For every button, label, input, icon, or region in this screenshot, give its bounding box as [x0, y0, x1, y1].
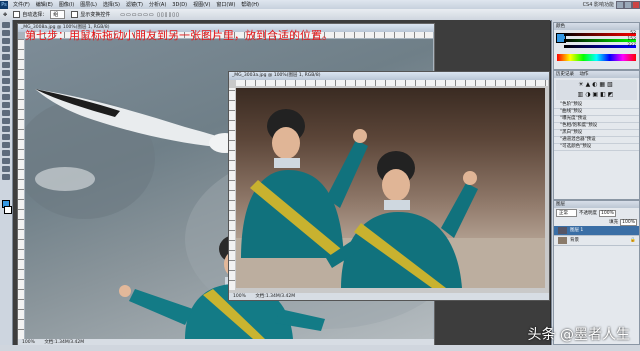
3d-tool-icon[interactable]: [2, 158, 10, 164]
blue-slider[interactable]: [564, 45, 636, 48]
layer-name[interactable]: 图层 1: [570, 228, 583, 233]
dodge-tool-icon[interactable]: [2, 118, 10, 124]
document-size: 文档:1.34M/3.42M: [255, 294, 296, 299]
menu-select[interactable]: 选择(S): [100, 1, 123, 8]
opacity-input[interactable]: 100%: [599, 209, 616, 217]
color-panel: 颜色 52 152 227: [553, 22, 640, 70]
shape-tool-icon[interactable]: [2, 150, 10, 156]
menu-edit[interactable]: 编辑(E): [33, 1, 56, 8]
menu-analysis[interactable]: 分析(A): [146, 1, 169, 8]
path-select-tool-icon[interactable]: [2, 142, 10, 148]
blue-value[interactable]: 227: [627, 43, 636, 48]
toolbox: [0, 20, 13, 345]
healing-tool-icon[interactable]: [2, 70, 10, 76]
list-item[interactable]: "色相/饱和度"预设: [554, 123, 639, 130]
green-value[interactable]: 152: [627, 37, 636, 42]
horizontal-ruler: [236, 80, 548, 86]
menu-window[interactable]: 窗口(W): [213, 1, 238, 8]
tab-history[interactable]: 历史记录: [556, 72, 574, 77]
close-icon[interactable]: [632, 1, 640, 9]
photoshop-logo-icon: Ps: [0, 0, 8, 9]
list-item[interactable]: "通道混合器"预设: [554, 137, 639, 144]
document-window-2[interactable]: _MG_3003a.jpg @ 100%(图层 1, RGB/8) 100% 文…: [228, 71, 550, 301]
magic-wand-tool-icon[interactable]: [2, 46, 10, 52]
clone-tool-icon[interactable]: [2, 86, 10, 92]
zoom-level[interactable]: 100%: [233, 294, 246, 299]
fill-label: 填充: [609, 220, 619, 225]
watermark-text: 头条 @墨者人生: [527, 327, 630, 343]
crop-tool-icon[interactable]: [2, 54, 10, 60]
tab-actions[interactable]: 动作: [579, 72, 588, 77]
pen-tool-icon[interactable]: [2, 126, 10, 132]
green-slider[interactable]: [564, 39, 636, 42]
menu-3d[interactable]: 3D(D): [169, 2, 190, 8]
document-2-statusbar: 100% 文档:1.34M/3.42M: [229, 293, 549, 300]
maximize-icon[interactable]: [624, 1, 632, 9]
adjustments-panel: 历史记录 动作 ☀▲◐▦▧ ▥◑▣◧◩ "色阶"预设 "曲线"预设 "曝光度"预设…: [553, 70, 640, 200]
panel-dock: 颜色 52 152 227 历史记录 动作 ☀▲◐▦▧ ▥◑▣◧◩ "色阶"预设 …: [551, 20, 640, 345]
show-transform-checkbox[interactable]: [71, 11, 79, 18]
move-tool-icon[interactable]: [2, 22, 10, 28]
minimize-icon[interactable]: [616, 1, 624, 9]
layers-fill-row: 填充 100%: [554, 218, 639, 226]
zoom-tool-icon[interactable]: [2, 174, 10, 180]
gradient-tool-icon[interactable]: [2, 110, 10, 116]
adjustment-icons[interactable]: ☀▲◐▦▧ ▥◑▣◧◩: [556, 80, 637, 100]
align-icons[interactable]: ▭▭▭▭▭▭ ▯▯▯▯▯▯: [120, 12, 179, 18]
red-slider[interactable]: [564, 33, 636, 36]
layer-thumbnail: [558, 237, 567, 244]
list-item[interactable]: "黑白"预设: [554, 130, 639, 137]
menu-layer[interactable]: 图层(L): [77, 1, 100, 8]
opacity-label: 不透明度: [579, 211, 597, 216]
layer-name[interactable]: 背景: [570, 238, 579, 243]
move-tool-icon[interactable]: ✥: [3, 12, 7, 18]
eraser-tool-icon[interactable]: [2, 102, 10, 108]
eyedropper-tool-icon[interactable]: [2, 62, 10, 68]
vertical-ruler: [229, 88, 235, 290]
color-ramp[interactable]: [557, 54, 636, 61]
color-panel-tab[interactable]: 颜色: [554, 23, 639, 30]
background-color-swatch[interactable]: [4, 206, 12, 214]
layers-panel-tab[interactable]: 图层: [554, 201, 639, 208]
menu-file[interactable]: 文件(F): [10, 1, 33, 8]
menu-image[interactable]: 图像(I): [56, 1, 77, 8]
layer-row-selected[interactable]: 图层 1: [554, 226, 639, 236]
list-item[interactable]: "曝光度"预设: [554, 116, 639, 123]
show-transform-label: 显示变换控件: [80, 12, 111, 18]
layer-row[interactable]: 背景 🔒: [554, 236, 639, 246]
vertical-ruler: [18, 39, 24, 339]
menu-view[interactable]: 视图(V): [190, 1, 213, 8]
blend-mode-select[interactable]: 正常: [556, 209, 577, 217]
list-item[interactable]: "可选颜色"预设: [554, 144, 639, 151]
brush-tool-icon[interactable]: [2, 78, 10, 84]
hand-tool-icon[interactable]: [2, 166, 10, 172]
menu-help[interactable]: 帮助(H): [238, 1, 262, 8]
layers-blend-row: 正常 不透明度 100%: [554, 208, 639, 218]
canvas-photo-children[interactable]: [236, 88, 545, 288]
adjustments-panel-tabs: 历史记录 动作: [554, 71, 639, 78]
list-item[interactable]: "曲线"预设: [554, 109, 639, 116]
history-brush-tool-icon[interactable]: [2, 94, 10, 100]
lasso-tool-icon[interactable]: [2, 38, 10, 44]
layer-thumbnail: [558, 227, 567, 234]
marquee-tool-icon[interactable]: [2, 30, 10, 36]
auto-select-label: 自动选择：: [22, 12, 48, 18]
red-value[interactable]: 52: [630, 31, 636, 36]
document-2-titlebar[interactable]: _MG_3003a.jpg @ 100%(图层 1, RGB/8): [229, 72, 549, 80]
tutorial-caption: 第七步：用鼠标拖动小朋友到另一张图片里，放到合适的位置。: [25, 29, 333, 42]
bottom-taskbar: [0, 345, 640, 351]
list-item[interactable]: "色阶"预设: [554, 102, 639, 109]
lock-icon: 🔒: [630, 238, 636, 243]
fill-input[interactable]: 100%: [620, 218, 637, 226]
auto-select-checkbox[interactable]: [13, 11, 21, 18]
type-tool-icon[interactable]: [2, 134, 10, 140]
menu-bar: Ps 文件(F) 编辑(E) 图像(I) 图层(L) 选择(S) 滤镜(T) 分…: [0, 0, 640, 9]
auto-select-dropdown[interactable]: 组: [50, 10, 66, 19]
children-photo-illustration: [236, 109, 545, 288]
menu-filter[interactable]: 滤镜(T): [123, 1, 146, 8]
